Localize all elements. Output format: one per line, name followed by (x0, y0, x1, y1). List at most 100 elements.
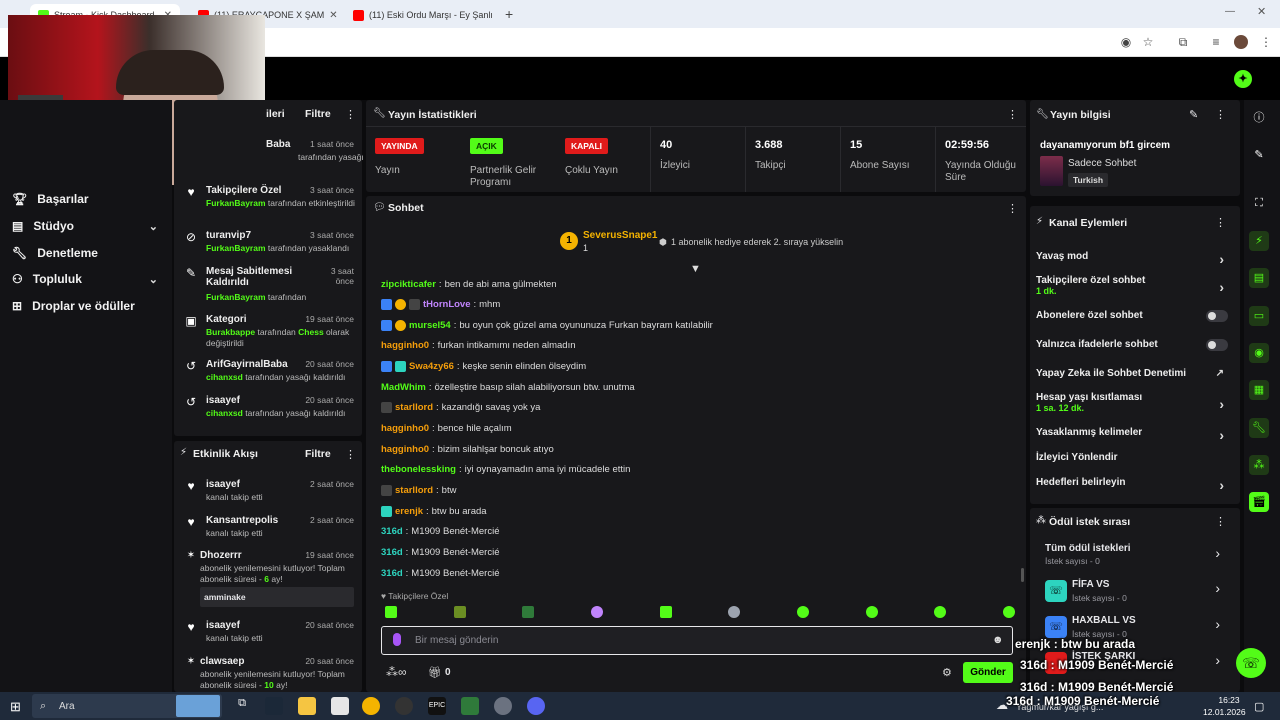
eye-icon[interactable]: ◉ (1118, 34, 1134, 50)
epic-games-icon[interactable]: EPIC (428, 697, 446, 715)
emote-icon[interactable] (385, 606, 397, 618)
chat-username[interactable]: hagginho0 (381, 423, 429, 434)
microphone-icon[interactable] (393, 633, 401, 646)
action-ai-moderation[interactable]: Yapay Zeka ile Sohbet Denetimi ↗ (1036, 368, 1226, 382)
nav-moderation[interactable]: 🔧︎ Denetleme (0, 240, 172, 266)
menu-dots-icon[interactable]: ⋮ (1258, 34, 1274, 50)
nav-drops[interactable]: ⊞ Droplar ve ödüller (0, 293, 172, 319)
subscribers-only-toggle[interactable] (1206, 310, 1228, 322)
more-options-icon[interactable]: ⋮ (1215, 515, 1226, 528)
rewards-icon[interactable]: ⁂ (1249, 455, 1269, 475)
chat-scrollbar[interactable] (1021, 568, 1024, 582)
emote-icon[interactable] (590, 606, 603, 618)
close-icon[interactable]: ✕ (329, 10, 337, 21)
bookmark-star-icon[interactable]: ☆ (1140, 34, 1156, 50)
kick-logo-icon[interactable]: ✦ (1234, 70, 1252, 88)
chat-username[interactable]: thebonelessking (381, 464, 456, 475)
action-banned-words[interactable]: Yasaklanmış kelimeler › (1036, 427, 1226, 443)
action-subscribers-only[interactable]: Abonelere özel sohbet (1036, 310, 1228, 324)
pencil-icon[interactable]: ✎ (1249, 145, 1269, 165)
nav-community[interactable]: ⚇ Topluluk ⌄ (0, 266, 172, 292)
action-set-goals[interactable]: Hedefleri belirleyin › (1036, 477, 1226, 493)
more-options-icon[interactable]: ⋮ (345, 448, 356, 461)
chat-username[interactable]: erenjk (395, 506, 423, 517)
notifications-icon[interactable]: ▢ (1254, 700, 1264, 713)
chat-username[interactable]: hagginho0 (381, 340, 429, 351)
emote-icon[interactable] (659, 606, 672, 618)
more-options-icon[interactable]: ⋮ (1215, 216, 1226, 229)
chat-username[interactable]: starllord (395, 485, 433, 496)
store-icon[interactable] (331, 697, 349, 715)
emote-icon[interactable] (522, 606, 535, 618)
fullscreen-icon[interactable]: ⛶ (1249, 193, 1269, 213)
chat-username[interactable]: Swa4zy66 (409, 361, 454, 372)
emote-icon[interactable] (453, 606, 466, 618)
chevron-down-icon[interactable]: ⌄ (149, 273, 158, 286)
info-icon[interactable]: ⓘ (1249, 108, 1269, 128)
chat-username[interactable]: 316d (381, 526, 403, 537)
chat-username[interactable]: tHornLove (423, 299, 471, 310)
support-chat-button[interactable]: ☏ (1236, 648, 1266, 678)
clapperboard-icon[interactable]: 🎬︎ (1249, 492, 1269, 512)
extensions-icon[interactable]: ⧉ (1175, 34, 1191, 50)
chevron-down-icon[interactable]: ⌄ (149, 220, 158, 233)
chat-username[interactable]: mursel54 (409, 320, 451, 331)
emote-icon[interactable] (934, 606, 947, 618)
file-explorer-icon[interactable] (298, 697, 316, 715)
emote-icon[interactable] (728, 606, 741, 618)
media-icon[interactable]: ≡ (1208, 34, 1224, 50)
wrench-icon[interactable]: 🔧︎ (1249, 418, 1269, 438)
profile-avatar[interactable] (1234, 35, 1248, 49)
chat-username[interactable]: starllord (395, 402, 433, 413)
activity-filter-button[interactable]: Filtre (305, 448, 331, 460)
action-emotes-only[interactable]: Yalnızca ifadelerle sohbet (1036, 339, 1228, 353)
channel-points-icon[interactable]: ⁂∞ (386, 665, 407, 679)
collapse-pinned-icon[interactable]: ▼ (690, 263, 701, 275)
nav-studio[interactable]: ▤ Stüdyo ⌄ (0, 213, 172, 239)
emotes-only-toggle[interactable] (1206, 339, 1228, 351)
task-view-icon[interactable]: ⧉ (233, 697, 251, 715)
reward-item-all[interactable]: Tüm ödül istekleri İstek sayısı - 0 › (1045, 543, 1220, 569)
chrome-icon[interactable] (362, 697, 380, 715)
mod-log-filter-button[interactable]: Filtre (305, 108, 331, 120)
nav-achievements[interactable]: 🏆︎ Başarılar (0, 186, 172, 212)
chat-username[interactable]: hagginho0 (381, 444, 429, 455)
app-icon[interactable] (461, 697, 479, 715)
chat-username[interactable]: 316d (381, 547, 403, 558)
top-gifter-name[interactable]: SeverusSnape1 (583, 230, 658, 241)
emote-icon[interactable] (796, 606, 809, 618)
chat-username[interactable]: MadWhim (381, 382, 426, 393)
edit-pencil-icon[interactable]: ✎ (1189, 108, 1198, 121)
chat-icon[interactable]: ▭ (1249, 306, 1269, 326)
window-close-icon[interactable]: ✕ (1257, 5, 1266, 18)
more-options-icon[interactable]: ⋮ (1007, 108, 1018, 121)
gift-box-icon[interactable]: 🎁︎ (428, 666, 442, 679)
emoji-icon[interactable]: ☻ (992, 634, 1004, 646)
action-host-viewers[interactable]: İzleyici Yönlendir (1036, 452, 1226, 466)
minimize-icon[interactable]: — (1225, 6, 1235, 17)
action-slow-mode[interactable]: Yavaş mod › (1036, 251, 1226, 267)
tab-youtube-2[interactable]: (11) Eski Ordu Marşı - Ey Şanlı ✕ (345, 4, 495, 26)
chat-username[interactable]: 316d (381, 568, 403, 579)
more-options-icon[interactable]: ⋮ (1007, 202, 1018, 215)
obs-icon[interactable] (395, 697, 413, 715)
send-button[interactable]: Gönder (963, 662, 1013, 683)
steam-icon[interactable] (265, 697, 283, 715)
new-tab-button[interactable]: + (505, 6, 513, 22)
broadcast-icon[interactable]: ◉ (1249, 343, 1269, 363)
more-options-icon[interactable]: ⋮ (345, 108, 356, 121)
discord-icon[interactable] (527, 697, 545, 715)
chat-username[interactable]: zipcikticafer (381, 279, 436, 290)
app-icon[interactable] (494, 697, 512, 715)
reward-item-fifa[interactable]: ☏ FİFA VS İstek sayısı - 0 › (1045, 578, 1220, 604)
settings-gear-icon[interactable]: ⚙︎ (942, 666, 952, 679)
document-icon[interactable]: ▤ (1249, 268, 1269, 288)
chat-input-placeholder[interactable]: Bir mesaj gönderin (415, 635, 498, 646)
stats-icon[interactable]: ▦ (1249, 380, 1269, 400)
emote-icon[interactable] (1002, 606, 1015, 618)
emote-icon[interactable] (865, 606, 878, 618)
windows-start-icon[interactable]: ⊞ (10, 699, 21, 715)
action-followers-only[interactable]: Takipçilere özel sohbet 1 dk. › (1036, 275, 1226, 299)
action-account-age[interactable]: Hesap yaşı kısıtlaması 1 sa. 12 dk. › (1036, 392, 1226, 416)
lightning-icon[interactable]: ⚡︎ (1249, 231, 1269, 251)
